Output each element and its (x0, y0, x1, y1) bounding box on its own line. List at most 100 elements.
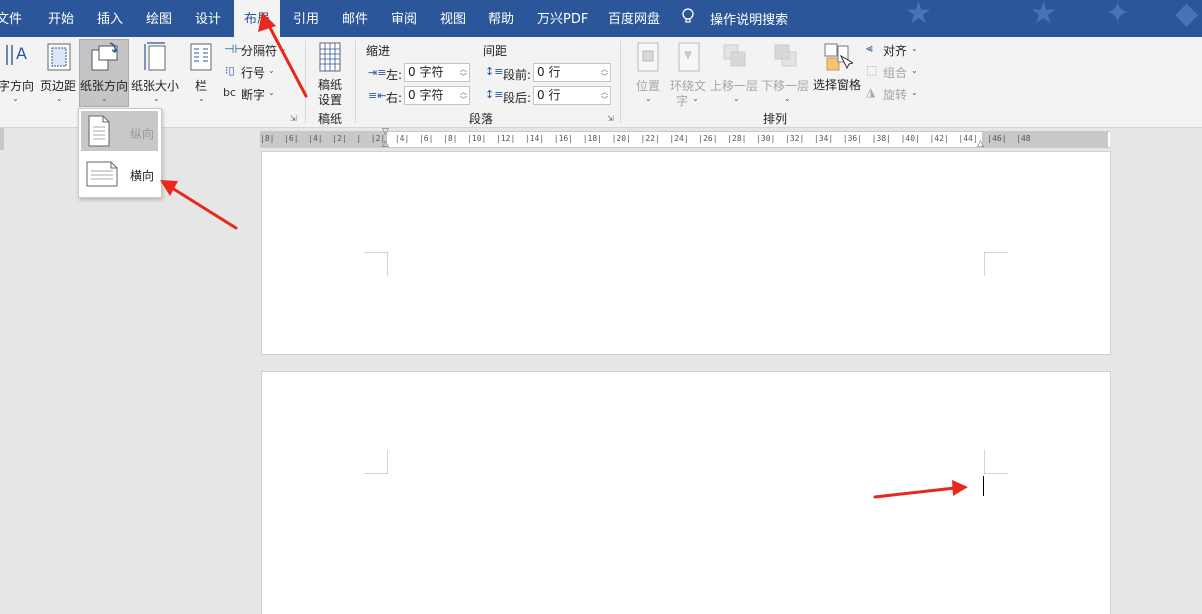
margins-button[interactable]: 页边距 ⌄ (40, 39, 78, 103)
horizontal-ruler[interactable]: |8| |6| |4| |2| | |2| |4| |6| |8| |10| |… (260, 127, 1110, 149)
tab-insert[interactable]: 插入 (97, 0, 123, 37)
first-line-indent-marker-icon[interactable]: ▽ (382, 127, 389, 137)
tell-me-search[interactable]: 操作说明搜索 (682, 0, 788, 37)
orientation-button[interactable]: 纸张方向 ⌄ (79, 39, 129, 107)
chevron-down-icon: ⌄ (12, 94, 19, 103)
indent-left-label: 左: (386, 68, 403, 82)
align-button[interactable]: ⫷ 对齐 ⌄ (866, 41, 922, 59)
text-boundary-corner (984, 252, 1008, 276)
indent-left-field[interactable]: 0 字符 ︿ ﹀ (404, 63, 470, 82)
tab-view[interactable]: 视图 (440, 0, 466, 37)
send-backward-button[interactable]: 下移一层 ⌄ (761, 39, 811, 105)
align-icon: ⫷ (866, 41, 873, 55)
manuscript-icon (319, 42, 341, 72)
text-boundary-corner (984, 450, 1008, 474)
chevron-down-icon: ⌄ (153, 94, 160, 103)
tab-home[interactable]: 开始 (48, 0, 74, 37)
decorative-star-icon: ★ (1030, 0, 1057, 31)
rotate-icon: ◮ (866, 85, 876, 99)
selection-pane-icon (824, 43, 853, 71)
group-separator (355, 41, 356, 123)
spin-down-icon[interactable]: ﹀ (460, 96, 467, 104)
tab-file[interactable]: 文件 (0, 0, 22, 37)
spacing-before-icon: ↕≡ (485, 65, 504, 78)
menu-item-landscape[interactable]: 横向 (81, 153, 158, 193)
indent-left-icon: ⇥≡ (368, 66, 387, 79)
rotate-label: 旋转 (883, 88, 908, 102)
manuscript-settings-button[interactable]: 稿纸 设置 (312, 39, 350, 107)
hyphenation-icon: bc (223, 86, 237, 99)
wrap-text-icon (678, 42, 700, 72)
spacing-after-icon: ↕≡ (485, 88, 504, 101)
group-objects-button[interactable]: ⬚ 组合 ⌄ (866, 63, 922, 81)
portrait-label: 纵向 (130, 127, 155, 141)
text-boundary-corner (364, 252, 388, 276)
paragraph-launcher-icon[interactable]: ⇲ (607, 114, 614, 123)
size-button[interactable]: 纸张大小 ⌄ (131, 39, 181, 103)
chevron-down-icon: ⌄ (280, 44, 287, 53)
spacing-before-field[interactable]: 0 行 ︿ ﹀ (533, 63, 611, 82)
orientation-menu: 纵向 横向 (78, 108, 162, 198)
rotate-button[interactable]: ◮ 旋转 ⌄ (866, 85, 922, 103)
columns-button[interactable]: 栏 ⌄ (186, 39, 216, 103)
chevron-down-icon: ⌄ (733, 94, 740, 103)
wrap-text-button[interactable]: 环绕文 字 ⌄ (670, 39, 708, 108)
lightbulb-icon (682, 0, 698, 40)
chevron-down-icon: ⌄ (911, 44, 918, 53)
size-label: 纸张大小 (131, 79, 180, 93)
page-setup-launcher-icon[interactable]: ⇲ (290, 114, 297, 123)
position-label: 位置 (636, 79, 661, 93)
arrange-group-label: 排列 (763, 112, 788, 126)
tab-references[interactable]: 引用 (293, 0, 319, 37)
chevron-down-icon: ⌄ (645, 94, 652, 103)
left-indent-marker-icon[interactable]: △ (382, 139, 389, 149)
tab-baidu-netdisk[interactable]: 百度网盘 (608, 0, 660, 37)
spin-up-icon[interactable]: ︿ (601, 88, 608, 96)
decorative-shape-icon: ◆ (1175, 0, 1199, 31)
svg-text:A: A (16, 44, 27, 63)
document-page-2[interactable] (261, 371, 1111, 614)
chevron-down-icon: ⌄ (56, 94, 63, 103)
tab-wondershare-pdf[interactable]: 万兴PDF (537, 0, 588, 37)
document-page-1[interactable] (261, 151, 1111, 355)
spin-down-icon[interactable]: ﹀ (601, 73, 608, 81)
chevron-down-icon: ⌄ (911, 66, 918, 75)
tab-design[interactable]: 设计 (195, 0, 221, 37)
spin-up-icon[interactable]: ︿ (460, 65, 467, 73)
vertical-ruler-stub (0, 128, 4, 150)
paragraph-group-label: 段落 (469, 112, 494, 126)
spin-down-icon[interactable]: ﹀ (460, 73, 467, 81)
spacing-after-field[interactable]: 0 行 ︿ ﹀ (533, 86, 611, 105)
tab-draw[interactable]: 绘图 (146, 0, 172, 37)
tab-review[interactable]: 审阅 (391, 0, 417, 37)
position-icon (637, 42, 659, 72)
text-direction-label: 字方向 (0, 79, 35, 93)
text-direction-button[interactable]: A 字方向 ⌄ (0, 39, 38, 103)
indent-left-value: 0 字符 (408, 65, 444, 79)
spacing-before-label: 段前: (503, 68, 532, 82)
selection-pane-button[interactable]: 选择窗格 (813, 39, 863, 105)
columns-icon (190, 43, 212, 71)
hyphenation-button[interactable]: bc 断字 ⌄ (222, 85, 288, 103)
breaks-button[interactable]: ⊣⊢ 分隔符 ⌄ (222, 41, 288, 59)
manuscript-label-line2: 设置 (318, 93, 343, 107)
tab-help[interactable]: 帮助 (488, 0, 514, 37)
text-boundary-corner (364, 450, 388, 474)
position-button[interactable]: 位置 ⌄ (628, 39, 668, 105)
chevron-down-icon: ⌄ (198, 94, 205, 103)
chevron-down-icon: ⌄ (268, 88, 275, 97)
tab-mailings[interactable]: 邮件 (342, 0, 368, 37)
spin-down-icon[interactable]: ﹀ (601, 96, 608, 104)
orientation-label: 纸张方向 (80, 79, 129, 93)
spin-up-icon[interactable]: ︿ (601, 65, 608, 73)
line-numbers-button[interactable]: ⁝▯ 行号 ⌄ (222, 63, 288, 81)
manuscript-group-label: 稿纸 (318, 112, 343, 126)
decorative-star-icon: ★ (905, 0, 932, 31)
breaks-label: 分隔符 (241, 44, 278, 58)
spin-up-icon[interactable]: ︿ (460, 88, 467, 96)
menu-item-portrait[interactable]: 纵向 (81, 111, 158, 151)
bring-forward-button[interactable]: 上移一层 ⌄ (710, 39, 760, 105)
right-indent-marker-icon[interactable]: △ (977, 139, 984, 149)
indent-right-field[interactable]: 0 字符 ︿ ﹀ (404, 86, 470, 105)
tab-layout[interactable]: 布局 (234, 0, 280, 37)
